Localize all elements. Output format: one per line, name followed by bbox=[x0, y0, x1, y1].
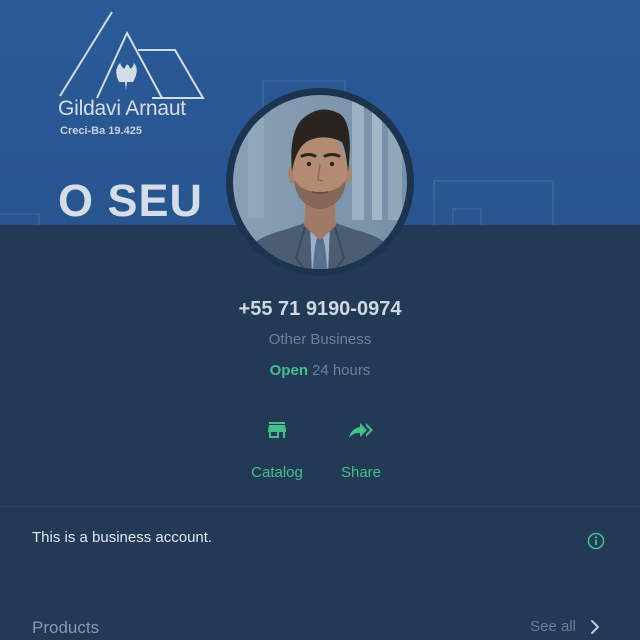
profile-phone: +55 71 9190-0974 bbox=[238, 298, 402, 320]
photo-window bbox=[352, 96, 364, 220]
brand-license: Creci-Ba 19.425 bbox=[60, 125, 142, 137]
share-label: Share bbox=[340, 464, 382, 481]
section-divider bbox=[0, 506, 640, 507]
store-icon bbox=[268, 422, 286, 438]
share-button[interactable]: Share bbox=[321, 414, 401, 486]
person-eye bbox=[306, 161, 312, 167]
info-icon[interactable] bbox=[586, 531, 606, 551]
profile-category: Other Business bbox=[268, 331, 372, 348]
products-title: Products bbox=[32, 618, 100, 637]
logo-roof bbox=[96, 30, 163, 99]
cover-decor-frame bbox=[452, 208, 482, 225]
photo-window bbox=[372, 96, 382, 220]
hours-status: Open bbox=[269, 362, 308, 379]
person-eye bbox=[329, 161, 335, 167]
profile-avatar[interactable] bbox=[226, 88, 414, 276]
share-forward-icon bbox=[349, 423, 373, 438]
avatar-photo bbox=[233, 95, 407, 269]
logo-leaf bbox=[116, 63, 137, 90]
photo-window bbox=[248, 118, 264, 218]
catalog-button[interactable]: Catalog bbox=[237, 414, 317, 486]
cover-decor-frame bbox=[0, 213, 40, 225]
photo-window bbox=[388, 106, 402, 220]
business-account-note: This is a business account. bbox=[32, 529, 213, 546]
hours-detail: 24 hours bbox=[311, 362, 371, 379]
chevron-right-icon[interactable] bbox=[587, 619, 603, 635]
logo-roof-annex bbox=[138, 49, 205, 99]
brand-name: Gildavi Arnaut bbox=[58, 97, 186, 120]
business-hours[interactable]: Open 24 hours bbox=[0, 361, 640, 381]
person-mouth bbox=[311, 191, 329, 194]
cover-headline: O SEU bbox=[58, 175, 204, 226]
see-all-link[interactable]: See all bbox=[530, 617, 576, 637]
brand-logo-icon bbox=[59, 11, 205, 99]
catalog-label: Catalog bbox=[251, 464, 303, 481]
